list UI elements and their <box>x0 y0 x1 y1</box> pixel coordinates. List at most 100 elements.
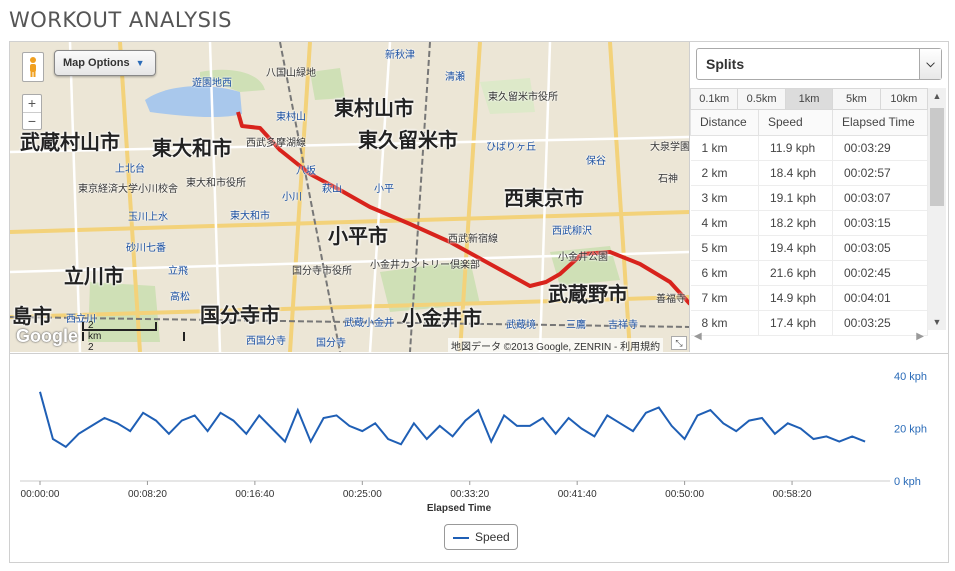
map-label: 萩山 <box>322 184 342 195</box>
zoom-out-button[interactable]: − <box>23 112 41 129</box>
map-label: 東久留米市役所 <box>488 92 558 103</box>
cell-speed: 21.6 kph <box>758 260 833 286</box>
cell-speed: 19.1 kph <box>758 185 833 211</box>
y-tick-label: 40 kph <box>894 371 927 383</box>
map-options-button[interactable]: Map Options ▼ <box>54 50 156 76</box>
scroll-up-icon[interactable]: ▲ <box>928 88 946 104</box>
x-tick-label: 00:08:20 <box>128 489 167 500</box>
table-row[interactable]: 1 km 11.9 kph 00:03:29 <box>690 135 928 161</box>
map-label: 国分寺 <box>316 338 346 349</box>
column-header-elapsed-time[interactable]: Elapsed Time <box>832 110 928 136</box>
map-label: 上北台 <box>115 164 145 175</box>
map-label: 武蔵村山市 <box>20 130 120 154</box>
street-view-pegman-icon[interactable] <box>22 52 44 82</box>
column-header-speed[interactable]: Speed <box>758 110 833 136</box>
map-label: 西武多摩湖線 <box>246 138 306 149</box>
tab-0.1km[interactable]: 0.1km <box>690 88 739 110</box>
scale-mi-label: 2 mi <box>88 342 94 352</box>
table-row[interactable]: 3 km 19.1 kph 00:03:07 <box>690 185 928 211</box>
x-axis-title: Elapsed Time <box>427 503 492 514</box>
cell-speed: 14.9 kph <box>758 285 833 311</box>
cell-speed: 19.4 kph <box>758 235 833 261</box>
map-label: 武蔵境 <box>506 320 536 331</box>
map-label: 西武新宿線 <box>448 234 498 245</box>
workout-panel: 東村山市 東久留米市 武蔵村山市 東大和市 西東京市 小平市 立川市 武蔵野市 … <box>9 41 949 563</box>
scroll-left-icon[interactable]: ◀ <box>694 331 702 342</box>
table-row[interactable]: 5 km 19.4 kph 00:03:05 <box>690 235 928 261</box>
map-label: 遊園地西 <box>192 78 232 89</box>
map-label: 西武柳沢 <box>552 226 592 237</box>
cell-distance: 4 km <box>690 210 759 236</box>
x-tick-label: 00:00:00 <box>21 489 60 500</box>
map-label: 国分寺市役所 <box>292 266 352 277</box>
split-unit-tabs: 0.1km 0.5km 1km 5km 10km <box>690 88 929 110</box>
cell-time: 00:02:57 <box>832 160 928 186</box>
google-logo[interactable]: Google <box>16 326 78 347</box>
map-label: 東大和市 <box>152 136 232 160</box>
map-label: 東久留米市 <box>358 128 458 152</box>
splits-vertical-scrollbar[interactable]: ▲ ▼ <box>928 88 946 330</box>
map-label: 島市 <box>12 304 52 328</box>
cell-distance: 6 km <box>690 260 759 286</box>
y-tick-label: 20 kph <box>894 424 927 436</box>
series-line-speed <box>39 391 866 449</box>
map-label: 小川 <box>282 192 302 203</box>
x-tick-label: 00:16:40 <box>235 489 274 500</box>
cell-time: 00:03:05 <box>832 235 928 261</box>
cell-distance: 7 km <box>690 285 759 311</box>
map-attribution[interactable]: 地図データ ©2013 Google, ZENRIN - 利用規約 <box>448 338 664 352</box>
map-label: 大泉学園 <box>650 142 690 153</box>
cell-speed: 18.4 kph <box>758 160 833 186</box>
splits-horizontal-scrollbar[interactable]: ◀ ▶ <box>690 331 928 347</box>
cell-speed: 18.2 kph <box>758 210 833 236</box>
map-label: 東村山 <box>276 112 306 123</box>
scroll-right-icon[interactable]: ▶ <box>916 331 924 342</box>
tab-10km[interactable]: 10km <box>880 88 929 110</box>
map-label: 善福寺 <box>656 294 686 305</box>
scroll-down-icon[interactable]: ▼ <box>928 314 946 330</box>
map-label: 玉川上水 <box>128 212 168 223</box>
splits-select-value: Splits <box>706 56 745 72</box>
map-label: 立飛 <box>168 266 188 277</box>
tab-5km[interactable]: 5km <box>833 88 881 110</box>
cell-time: 00:04:01 <box>832 285 928 311</box>
x-tick-label: 00:50:00 <box>665 489 704 500</box>
map-label: 東大和市 <box>230 211 270 222</box>
map-label: 東大和市役所 <box>186 178 246 189</box>
map-label: 小金井市 <box>402 306 482 330</box>
chevron-down-icon[interactable]: ⌵ <box>919 49 941 79</box>
route-map[interactable]: 東村山市 東久留米市 武蔵村山市 東大和市 西東京市 小平市 立川市 武蔵野市 … <box>10 42 690 352</box>
map-label: 新秋津 <box>385 50 415 61</box>
table-row[interactable]: 4 km 18.2 kph 00:03:15 <box>690 210 928 236</box>
map-label: 小平 <box>374 184 394 195</box>
column-header-distance[interactable]: Distance <box>690 110 759 136</box>
map-label: 東村山市 <box>334 96 414 120</box>
map-label: 吉祥寺 <box>608 320 638 331</box>
legend-item-speed[interactable]: Speed <box>444 524 518 550</box>
map-label: 武蔵小金井 <box>344 318 394 329</box>
speed-chart[interactable]: 0 kph 20 kph 40 kph 00:00:00 00:08:20 00:16:… <box>10 353 948 563</box>
splits-select[interactable]: Splits ⌵ <box>696 48 942 80</box>
x-tick-label: 00:58:20 <box>773 489 812 500</box>
map-label: 三鷹 <box>566 320 586 331</box>
table-row[interactable]: 7 km 14.9 kph 00:04:01 <box>690 285 928 311</box>
cell-time: 00:02:45 <box>832 260 928 286</box>
cell-distance: 3 km <box>690 185 759 211</box>
map-label: 立川市 <box>64 264 124 288</box>
legend-label: Speed <box>475 530 510 544</box>
scrollbar-thumb[interactable] <box>930 108 944 206</box>
expand-map-icon[interactable]: ⤡ <box>671 336 687 350</box>
map-label: 小平市 <box>328 224 388 248</box>
zoom-in-button[interactable]: + <box>23 95 41 112</box>
map-label: 高松 <box>170 292 190 303</box>
zoom-control: + − <box>22 94 42 130</box>
map-options-label: Map Options <box>63 57 130 69</box>
map-label: ひばりヶ丘 <box>486 142 536 153</box>
table-row[interactable]: 6 km 21.6 kph 00:02:45 <box>690 260 928 286</box>
tab-0.5km[interactable]: 0.5km <box>738 88 786 110</box>
map-label: 八坂 <box>296 166 316 177</box>
table-row[interactable]: 2 km 18.4 kph 00:02:57 <box>690 160 928 186</box>
x-tick-label: 00:25:00 <box>343 489 382 500</box>
tab-1km[interactable]: 1km <box>785 88 834 110</box>
cell-speed: 11.9 kph <box>758 135 833 161</box>
